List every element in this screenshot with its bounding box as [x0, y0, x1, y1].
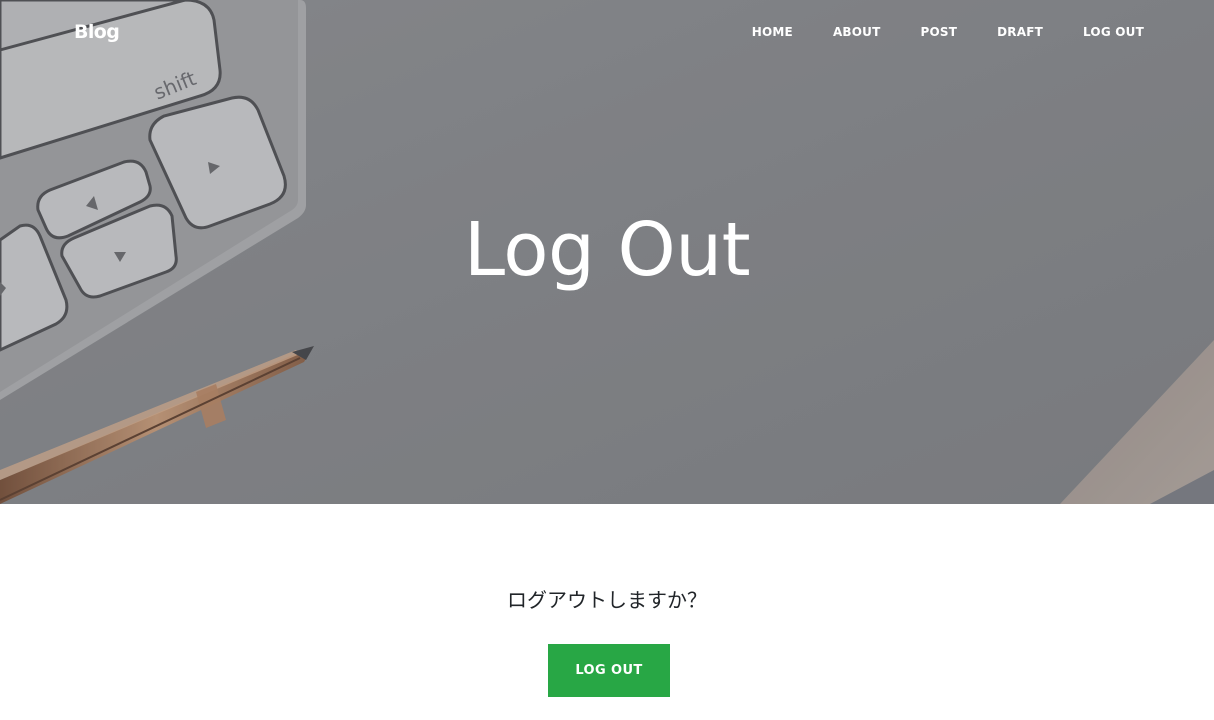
brand-link[interactable]: Blog [74, 20, 120, 44]
nav-item-home[interactable]: HOME [752, 24, 793, 40]
page-title: Log Out [463, 207, 751, 293]
nav-menu: HOME ABOUT POST DRAFT LOG OUT [712, 24, 1144, 40]
nav-item-post[interactable]: POST [921, 24, 958, 40]
main-content: ログアウトしますか？ LOG OUT [0, 504, 1214, 720]
page-header: shift Blog HOME ABOUT POST DRAFT LOG OUT… [0, 0, 1214, 504]
logout-button[interactable]: LOG OUT [548, 644, 670, 697]
nav-item-draft[interactable]: DRAFT [997, 24, 1043, 40]
nav-item-about[interactable]: ABOUT [833, 24, 881, 40]
logout-confirm-text: ログアウトしますか？ [507, 588, 707, 612]
navbar: Blog HOME ABOUT POST DRAFT LOG OUT [0, 0, 1214, 66]
nav-item-logout[interactable]: LOG OUT [1083, 24, 1144, 40]
